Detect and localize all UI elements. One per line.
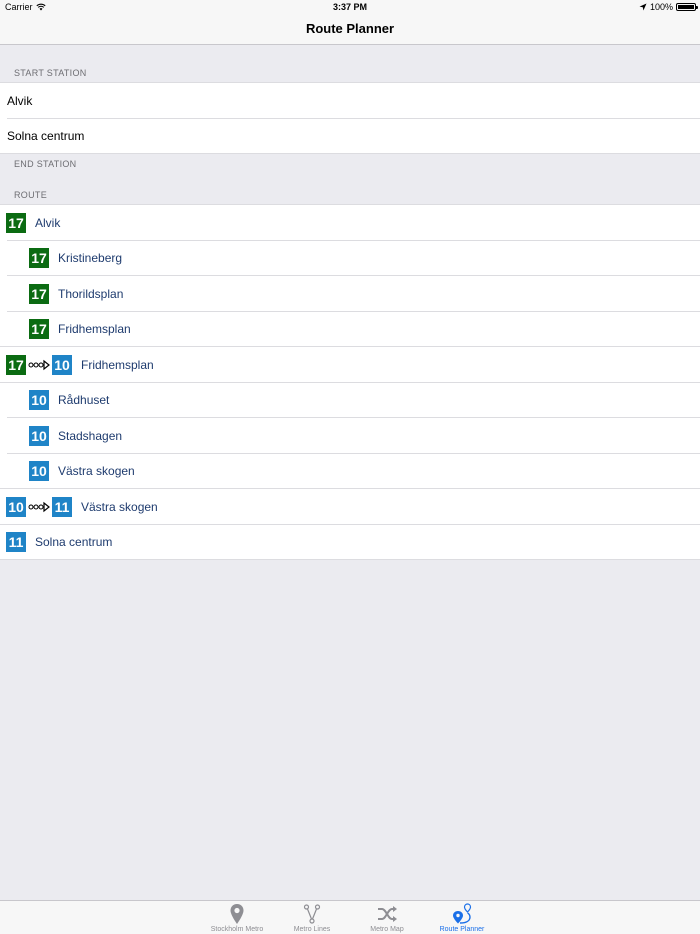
battery-icon	[676, 3, 698, 11]
tab-label: Stockholm Metro	[210, 926, 264, 933]
status-bar: Carrier 3:37 PM 100%	[0, 0, 700, 14]
line-badge: 10	[52, 354, 72, 375]
route-stop-row: 17 Thorildsplan	[0, 276, 700, 312]
start-station-header: START STATION	[14, 68, 87, 78]
route-stop-row: 10 Rådhuset	[0, 383, 700, 418]
map-pin-icon	[230, 904, 244, 924]
start-station-cell[interactable]: Alvik	[0, 83, 700, 119]
route-row-content: 10 Västra skogen	[29, 461, 135, 482]
line-badge: 17	[6, 212, 26, 233]
station-name: Västra skogen	[81, 499, 158, 514]
route-stop-row: 17 Fridhemsplan	[0, 312, 700, 347]
station-name: Kristineberg	[58, 251, 123, 266]
line-badge: 10	[29, 461, 49, 482]
station-selection-group: Alvik Solna centrum	[0, 82, 700, 154]
route-transfer-row: 17 10 Fridhemsplan	[0, 347, 700, 383]
station-name: Stadshagen	[58, 428, 123, 443]
station-name: Alvik	[35, 215, 61, 230]
line-badge: 17	[29, 319, 49, 340]
route-list: 17 Alvik 17 Kristineberg 17 Thorildsplan 17 Fri…	[0, 204, 700, 560]
station-name: Rådhuset	[58, 393, 110, 408]
route-stop-row: 17 Kristineberg	[0, 241, 700, 276]
shuffle-icon	[378, 906, 397, 922]
location-arrow-icon	[639, 3, 647, 11]
status-right: 100%	[639, 2, 698, 12]
route-row-content: 17 Thorildsplan	[29, 283, 124, 304]
tab-route-planner[interactable]: Route Planner	[427, 901, 497, 934]
route-row-content: 17 Kristineberg	[29, 248, 123, 269]
battery-percent: 100%	[649, 2, 673, 12]
page-title: Route Planner	[305, 21, 395, 36]
station-name: Thorildsplan	[58, 286, 124, 301]
route-row-content: 11 Solna centrum	[6, 531, 113, 552]
route-stop-row: 17 Alvik	[0, 205, 700, 241]
start-station-value: Alvik	[7, 93, 33, 108]
transfer-arrow-icon	[26, 355, 52, 375]
navigation-bar: Route Planner	[0, 14, 700, 45]
line-badge: 10	[29, 390, 49, 411]
route-row-content: 17 Alvik	[6, 212, 61, 233]
route-stop-row: 10 Västra skogen	[0, 454, 700, 489]
tab-label: Metro Lines	[293, 926, 331, 933]
line-badge: 17	[29, 283, 49, 304]
line-badge: 11	[52, 496, 72, 517]
station-name: Solna centrum	[35, 534, 113, 549]
route-stop-row: 11 Solna centrum	[0, 525, 700, 559]
route-pin-icon	[453, 903, 472, 924]
route-stop-row: 10 Stadshagen	[0, 418, 700, 454]
tab-label: Route Planner	[439, 926, 485, 933]
route-transfer-row: 10 11 Västra skogen	[0, 489, 700, 525]
station-name: Västra skogen	[58, 464, 135, 479]
tab-bar: Stockholm Metro Metro Lines Metro Map Ro…	[0, 900, 700, 934]
route-row-content: 10 Rådhuset	[29, 390, 110, 411]
station-name: Fridhemsplan	[81, 357, 154, 372]
tab-metro-map[interactable]: Metro Map	[352, 901, 422, 934]
tab-label: Metro Map	[370, 926, 404, 933]
route-header: ROUTE	[14, 190, 47, 200]
station-name: Fridhemsplan	[58, 322, 131, 337]
tab-stockholm-metro[interactable]: Stockholm Metro	[202, 901, 272, 934]
tab-metro-lines[interactable]: Metro Lines	[277, 901, 347, 934]
end-station-value: Solna centrum	[7, 128, 85, 143]
line-badge: 10	[6, 496, 26, 517]
line-badge: 10	[29, 425, 49, 446]
status-time: 3:37 PM	[332, 2, 367, 12]
line-badge: 17	[6, 354, 26, 375]
route-row-content: 10 Stadshagen	[29, 425, 123, 446]
branch-lines-icon	[303, 904, 321, 924]
route-row-content: 10 11 Västra skogen	[6, 496, 158, 517]
end-station-cell[interactable]: Solna centrum	[0, 119, 700, 153]
route-row-content: 17 Fridhemsplan	[29, 319, 131, 340]
route-row-content: 17 10 Fridhemsplan	[6, 354, 154, 375]
line-badge: 17	[29, 248, 49, 269]
line-badge: 11	[6, 531, 26, 552]
transfer-arrow-icon	[26, 497, 52, 517]
end-station-header: END STATION	[14, 159, 77, 169]
